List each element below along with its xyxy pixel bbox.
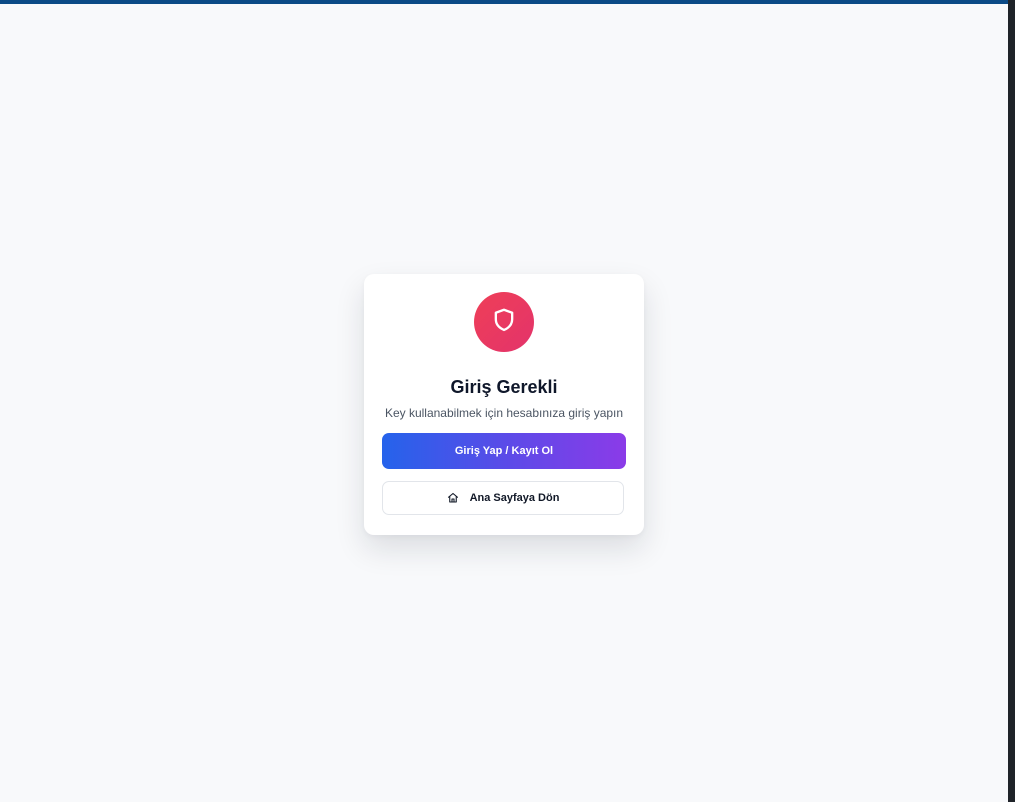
back-home-button-label: Ana Sayfaya Dön	[469, 492, 560, 504]
back-home-button[interactable]: Ana Sayfaya Dön	[382, 481, 624, 515]
home-icon	[447, 492, 459, 504]
auth-subtitle: Key kullanabilmek için hesabınıza giriş …	[384, 406, 624, 420]
login-register-button-label: Giriş Yap / Kayıt Ol	[454, 445, 554, 457]
auth-title: Giriş Gerekli	[450, 377, 558, 397]
page-container: Giriş Gerekli Key kullanabilmek için hes…	[0, 4, 1008, 802]
login-register-button[interactable]: Giriş Yap / Kayıt Ol	[382, 433, 626, 469]
auth-required-card: Giriş Gerekli Key kullanabilmek için hes…	[364, 274, 644, 535]
shield-badge	[474, 292, 534, 352]
shield-icon	[490, 306, 518, 339]
window-right-edge	[1008, 0, 1015, 802]
